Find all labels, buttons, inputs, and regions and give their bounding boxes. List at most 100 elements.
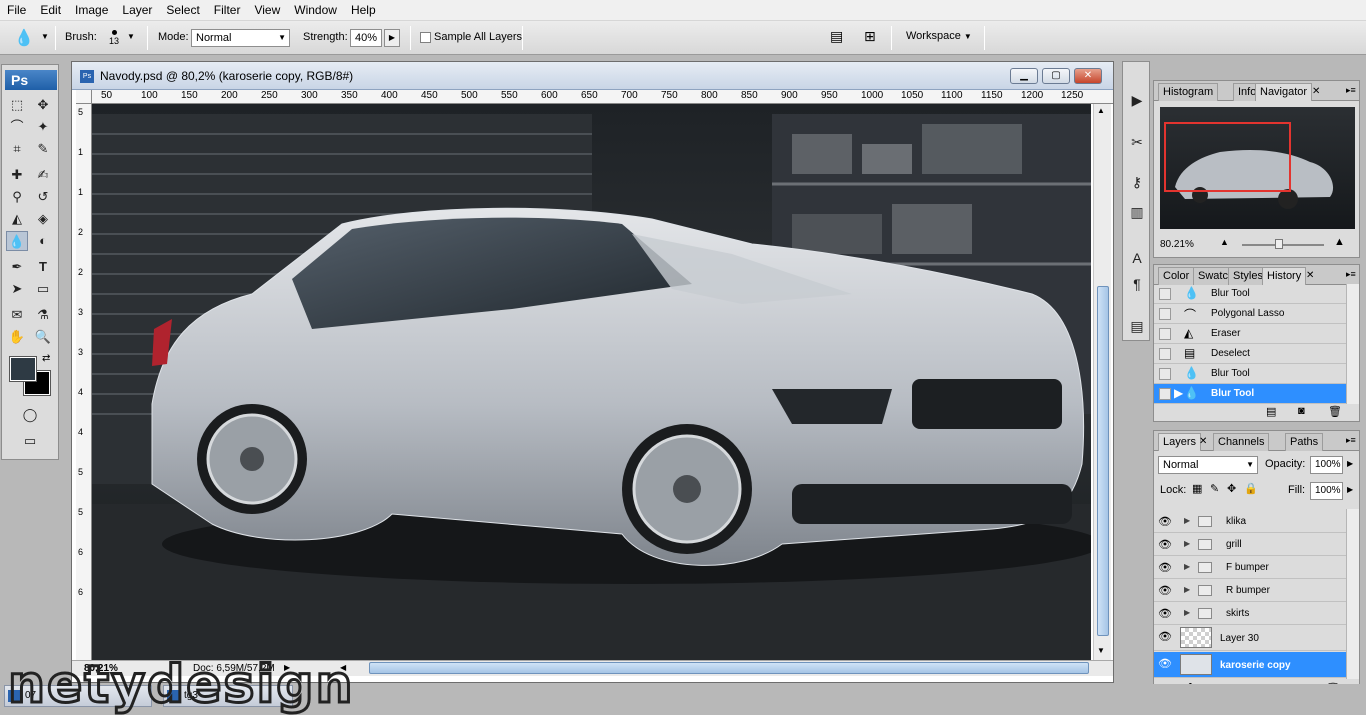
expand-arrow-icon[interactable]: ▶ — [1184, 608, 1190, 617]
swap-colors-icon[interactable]: ⇄ — [42, 353, 50, 364]
scroll-down-arrow[interactable]: ▼ — [1097, 646, 1105, 655]
history-item[interactable]: 💧 Blur Tool — [1154, 364, 1346, 384]
zoom-slider-handle[interactable] — [1275, 239, 1283, 249]
notes-icon[interactable]: ▤ — [1127, 316, 1147, 336]
menu-window[interactable]: Window — [287, 0, 344, 21]
snapshot-checkbox[interactable] — [1159, 328, 1171, 340]
expand-arrow-icon[interactable]: ▶ — [1184, 562, 1190, 571]
notes-tool-icon[interactable]: ✉ — [6, 305, 28, 325]
trash-icon[interactable]: 🗑 — [1328, 405, 1342, 418]
lock-pixels-icon[interactable]: ✎ — [1210, 482, 1219, 495]
navigator-view-box[interactable] — [1164, 122, 1291, 192]
brush-tool-icon[interactable]: ✍ — [32, 165, 54, 185]
layer-group[interactable]: 👁 ▶ klika — [1154, 510, 1346, 533]
tool-presets-icon[interactable]: ⊞ — [864, 28, 876, 45]
image-canvas[interactable] — [92, 104, 1091, 660]
tab-history[interactable]: History — [1262, 267, 1307, 285]
screen-mode-icon[interactable]: ▭ — [19, 431, 41, 451]
history-item[interactable]: ◭ Eraser — [1154, 324, 1346, 344]
snapshot-icon[interactable]: ◙ — [1298, 405, 1305, 417]
history-item-current[interactable]: ▶ 💧 Blur Tool — [1154, 384, 1346, 404]
close-button[interactable]: ✕ — [1074, 68, 1102, 84]
history-item[interactable]: 💧 Blur Tool — [1154, 284, 1346, 304]
palette-toggle-icon[interactable]: ▤ — [830, 28, 843, 45]
lasso-tool-icon[interactable]: ⌒ — [6, 117, 28, 137]
snapshot-checkbox[interactable] — [1159, 348, 1171, 360]
close-tab-icon[interactable]: ✕ — [1306, 270, 1314, 281]
eye-icon[interactable]: 👁 — [1158, 607, 1172, 620]
type-tool-icon[interactable]: T — [32, 257, 54, 277]
layer-group[interactable]: 👁 ▶ grill — [1154, 533, 1346, 556]
quick-mask-icon[interactable]: ◯ — [19, 405, 41, 425]
zoom-in-icon[interactable]: ▲ — [1334, 236, 1345, 248]
navigator-zoom[interactable]: 80.21% — [1160, 239, 1194, 250]
maximize-button[interactable]: ▢ — [1042, 68, 1070, 84]
layers-scrollbar[interactable] — [1346, 509, 1359, 679]
mode-select[interactable]: Normal ▼ — [191, 29, 290, 47]
history-brush-icon[interactable]: ↺ — [32, 187, 54, 207]
snapshot-checkbox[interactable] — [1159, 308, 1171, 320]
menu-file[interactable]: File — [0, 0, 33, 21]
eye-icon[interactable]: 👁 — [1158, 515, 1172, 528]
history-item[interactable]: ⌒ Polygonal Lasso — [1154, 304, 1346, 324]
zoom-tool-icon[interactable]: 🔍 — [32, 327, 54, 347]
menu-edit[interactable]: Edit — [33, 0, 68, 21]
menu-image[interactable]: Image — [68, 0, 115, 21]
menu-help[interactable]: Help — [344, 0, 383, 21]
vertical-scroll-thumb[interactable] — [1097, 286, 1109, 636]
tab-channels[interactable]: Channels — [1213, 433, 1270, 451]
panel-menu-icon[interactable]: ▸≡ — [1346, 85, 1356, 96]
move-tool-icon[interactable]: ✥ — [32, 95, 54, 115]
horizontal-scroll-thumb[interactable] — [369, 662, 1089, 674]
path-select-icon[interactable]: ➤ — [6, 279, 28, 299]
fill-dropdown-icon[interactable]: ▶ — [1347, 485, 1353, 494]
tab-histogram[interactable]: Histogram — [1158, 83, 1219, 101]
close-tab-icon[interactable]: ✕ — [1199, 436, 1207, 447]
vertical-scrollbar[interactable]: ▲ ▼ — [1093, 104, 1111, 660]
marquee-tool-icon[interactable]: ⬚ — [6, 95, 28, 115]
lock-all-icon[interactable]: 🔒 — [1244, 482, 1258, 495]
blur-tool-icon[interactable]: 💧 — [6, 231, 28, 251]
chevron-down-icon[interactable]: ▼ — [127, 32, 135, 41]
clone-source-icon[interactable]: ⚷ — [1127, 172, 1147, 192]
navigator-thumbnail[interactable] — [1160, 107, 1355, 229]
healing-brush-icon[interactable]: ✚ — [6, 165, 28, 185]
paragraph-icon[interactable]: ¶ — [1127, 274, 1147, 294]
foreground-color-swatch[interactable] — [9, 356, 37, 382]
layer-comps-icon[interactable]: ▥ — [1127, 202, 1147, 222]
zoom-out-icon[interactable]: ▲ — [1220, 237, 1229, 247]
tab-color[interactable]: Color — [1158, 267, 1195, 285]
expand-arrow-icon[interactable]: ▶ — [1184, 539, 1190, 548]
character-icon[interactable]: A — [1127, 248, 1147, 268]
menu-select[interactable]: Select — [159, 0, 206, 21]
opacity-input[interactable]: 100% — [1310, 456, 1343, 474]
tab-swatches[interactable]: Swatc — [1193, 267, 1233, 285]
fill-input[interactable]: 100% — [1310, 482, 1343, 500]
workspace-button[interactable]: Workspace ▼ — [906, 30, 972, 42]
menu-filter[interactable]: Filter — [207, 0, 248, 21]
snapshot-checkbox[interactable] — [1159, 288, 1171, 300]
hand-tool-icon[interactable]: ✋ — [6, 327, 28, 347]
lock-transparency-icon[interactable]: ▦ — [1192, 482, 1202, 495]
eyedropper-icon[interactable]: ⚗ — [32, 305, 54, 325]
snapshot-checkbox[interactable] — [1159, 368, 1171, 380]
slice-tool-icon[interactable]: ✎ — [32, 139, 54, 159]
crop-tool-icon[interactable]: ⌗ — [6, 139, 28, 159]
blend-mode-select[interactable]: Normal ▼ — [1158, 456, 1258, 474]
layer-group[interactable]: 👁 ▶ F bumper — [1154, 556, 1346, 579]
eraser-tool-icon[interactable]: ◭ — [6, 209, 28, 229]
eye-icon[interactable]: 👁 — [1158, 630, 1172, 643]
layer-item[interactable]: 👁 Layer 30 — [1154, 625, 1346, 651]
panel-menu-icon[interactable]: ▸≡ — [1346, 435, 1356, 446]
blur-tool-preset-icon[interactable]: 💧 — [14, 28, 34, 48]
eye-icon[interactable]: 👁 — [1158, 657, 1172, 670]
eye-icon[interactable]: 👁 — [1158, 561, 1172, 574]
sample-all-layers-checkbox[interactable] — [420, 32, 431, 43]
layer-item-selected[interactable]: 👁 karoserie copy — [1154, 652, 1346, 678]
close-tab-icon[interactable]: ✕ — [1312, 86, 1320, 97]
new-document-icon[interactable]: ▤ — [1266, 405, 1276, 418]
snapshot-checkbox[interactable] — [1159, 388, 1171, 400]
stamp-tool-icon[interactable]: ⚲ — [6, 187, 28, 207]
shape-tool-icon[interactable]: ▭ — [32, 279, 54, 299]
eye-icon[interactable]: 👁 — [1158, 584, 1172, 597]
